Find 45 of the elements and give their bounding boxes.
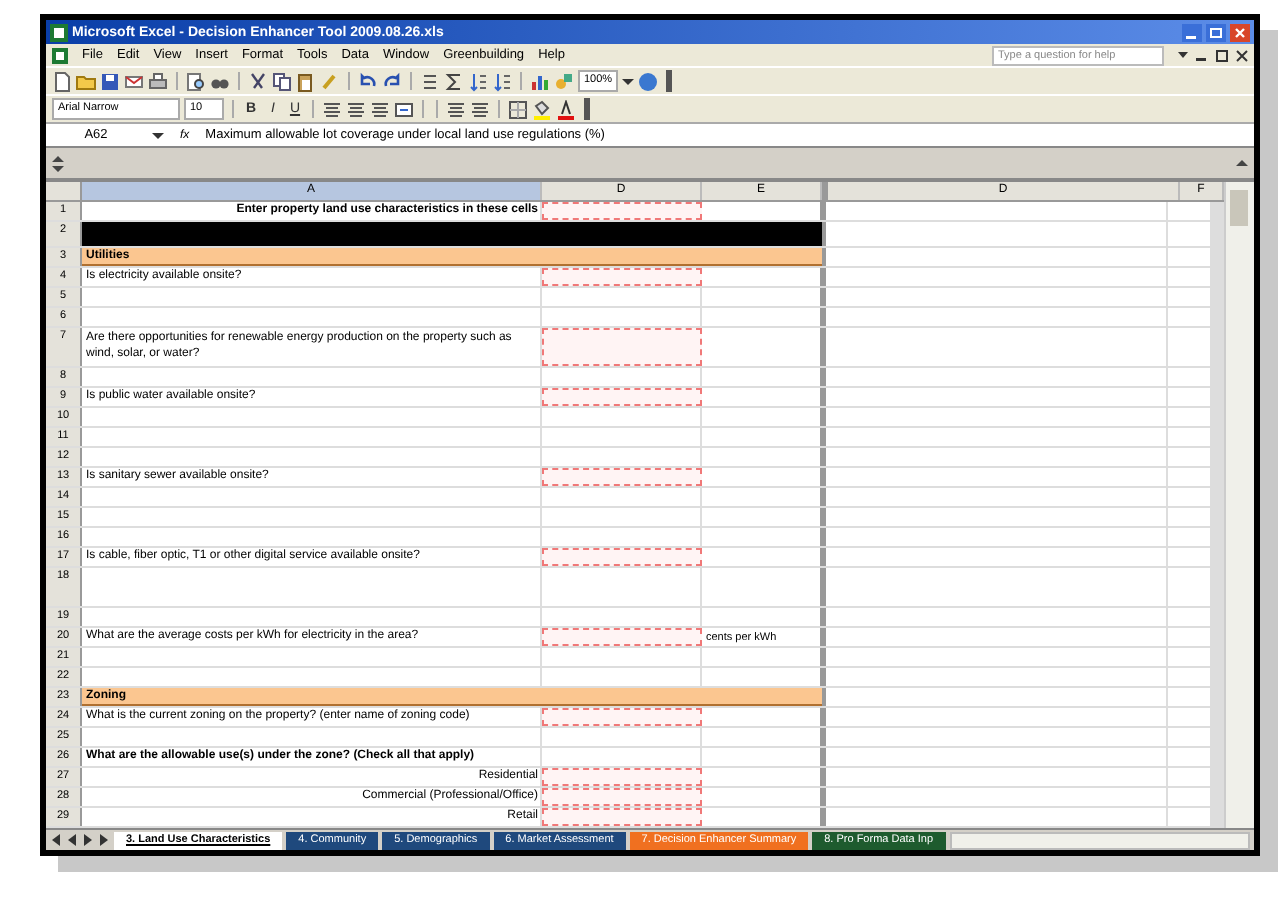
bucket-icon[interactable]: [532, 99, 552, 119]
input-field[interactable]: [542, 708, 702, 726]
border-icon[interactable]: [508, 99, 528, 119]
sort-icon[interactable]: [492, 71, 512, 91]
chart-icon[interactable]: [530, 71, 550, 91]
input-field[interactable]: [542, 468, 702, 486]
input-field[interactable]: [542, 202, 702, 220]
printer-icon[interactable]: [148, 71, 168, 91]
scrollbar[interactable]: [1224, 182, 1254, 828]
input-field[interactable]: [542, 268, 702, 286]
folder-icon[interactable]: [76, 71, 96, 91]
align-icon[interactable]: [370, 99, 390, 119]
scroll-arrow-icon[interactable]: [50, 153, 66, 173]
scroll-arrow-icon[interactable]: [1234, 155, 1250, 171]
close-icon[interactable]: [1236, 49, 1248, 61]
input-field[interactable]: [542, 768, 702, 786]
input-field[interactable]: [542, 628, 702, 646]
input-field[interactable]: [542, 388, 702, 406]
clipboard-icon[interactable]: [296, 71, 316, 91]
caret-icon[interactable]: [1178, 51, 1188, 59]
caret-icon[interactable]: [622, 75, 635, 87]
input-field[interactable]: [542, 328, 702, 366]
input-field[interactable]: [542, 808, 702, 826]
align-icon[interactable]: [322, 99, 342, 119]
help-icon[interactable]: [638, 71, 659, 91]
scrollbar[interactable]: [949, 831, 1250, 849]
redo-icon[interactable]: [382, 71, 402, 91]
merge-icon[interactable]: [394, 99, 414, 119]
input-field[interactable]: [542, 548, 702, 566]
document-icon[interactable]: [52, 71, 72, 91]
color-bar-icon[interactable]: [556, 99, 576, 119]
scissors-icon[interactable]: [248, 71, 268, 91]
input-field[interactable]: [542, 788, 702, 806]
magnifier-icon[interactable]: [186, 71, 206, 91]
copy-icon[interactable]: [272, 71, 292, 91]
align-icon[interactable]: [346, 99, 366, 119]
sort-icon[interactable]: [468, 71, 488, 91]
caret-icon[interactable]: [152, 129, 164, 141]
envelope-icon[interactable]: [124, 71, 144, 91]
lines-icon[interactable]: [420, 71, 440, 91]
align-icon[interactable]: [470, 99, 490, 119]
undo-icon[interactable]: [358, 71, 378, 91]
minimize-icon[interactable]: [1182, 23, 1202, 41]
align-icon[interactable]: [446, 99, 466, 119]
sigma-icon[interactable]: [444, 71, 464, 91]
